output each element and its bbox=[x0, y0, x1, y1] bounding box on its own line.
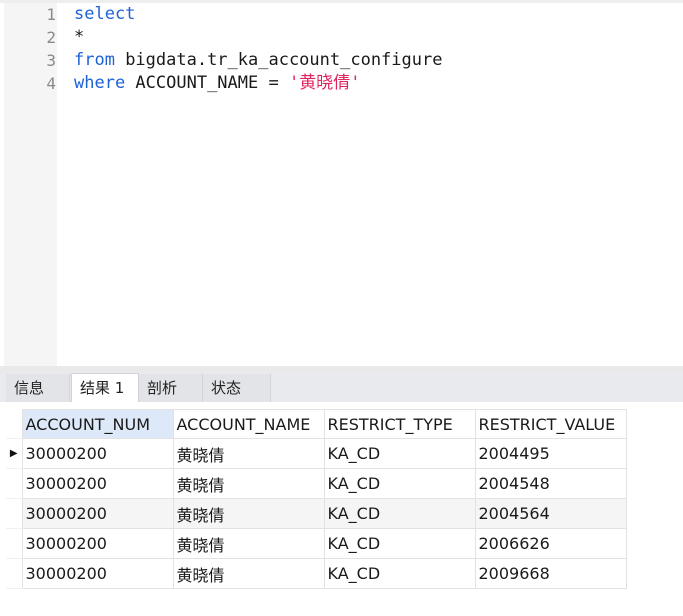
result-grid[interactable]: ACCOUNT_NUM ACCOUNT_NAME RESTRICT_TYPE R… bbox=[6, 409, 627, 589]
row-indicator bbox=[6, 468, 23, 499]
sql-string: '黄晓倩' bbox=[288, 73, 361, 93]
result-tab-bar: 信息 结果 1 剖析 状态 bbox=[0, 372, 683, 403]
code-text[interactable]: where ACCOUNT_NAME = '黄晓倩' bbox=[74, 72, 360, 95]
cell-restrict-type[interactable]: KA_CD bbox=[323, 498, 476, 529]
cell-account-name[interactable]: 黄晓倩 bbox=[172, 438, 325, 469]
column-header-account-name[interactable]: ACCOUNT_NAME bbox=[172, 409, 325, 439]
header-row: ACCOUNT_NUM ACCOUNT_NAME RESTRICT_TYPE R… bbox=[6, 409, 627, 439]
cell-restrict-value[interactable]: 2009668 bbox=[474, 558, 627, 589]
cell-restrict-type[interactable]: KA_CD bbox=[323, 468, 476, 499]
tab-content-top bbox=[0, 402, 683, 409]
tab-result-1[interactable]: 结果 1 bbox=[71, 373, 139, 403]
row-indicator bbox=[6, 528, 23, 559]
code-line-2[interactable]: 2 * bbox=[0, 26, 683, 49]
cell-account-num[interactable]: 30000200 bbox=[21, 528, 174, 559]
cell-account-name[interactable]: 黄晓倩 bbox=[172, 468, 325, 499]
tab-info[interactable]: 信息 bbox=[6, 374, 70, 402]
line-number: 4 bbox=[46, 74, 56, 93]
cell-account-name[interactable]: 黄晓倩 bbox=[172, 528, 325, 559]
line-number: 3 bbox=[46, 51, 56, 70]
sql-text: bigdata.tr_ka_account_configure bbox=[114, 50, 443, 70]
cell-account-name[interactable]: 黄晓倩 bbox=[172, 498, 325, 529]
code-text[interactable]: * bbox=[74, 26, 84, 49]
cell-restrict-type[interactable]: KA_CD bbox=[323, 528, 476, 559]
current-row-arrow-icon: ▶ bbox=[6, 438, 23, 469]
sql-keyword: where bbox=[74, 73, 126, 93]
sql-editor[interactable]: 1 select 2 * 3 from bigdata.tr_ka_accoun… bbox=[0, 0, 683, 366]
table-row[interactable]: ▶ 30000200 黄晓倩 KA_CD 2004495 bbox=[6, 438, 627, 469]
column-header-account-num[interactable]: ACCOUNT_NUM bbox=[21, 409, 174, 439]
line-number: 1 bbox=[46, 5, 56, 24]
row-indicator bbox=[6, 498, 23, 529]
cell-restrict-value[interactable]: 2006626 bbox=[474, 528, 627, 559]
cell-restrict-value[interactable]: 2004564 bbox=[474, 498, 627, 529]
code-line-4[interactable]: 4 where ACCOUNT_NAME = '黄晓倩' bbox=[0, 72, 683, 95]
sql-keyword: select bbox=[74, 4, 136, 24]
cell-account-num[interactable]: 30000200 bbox=[21, 498, 174, 529]
result-table: ACCOUNT_NUM ACCOUNT_NAME RESTRICT_TYPE R… bbox=[6, 409, 627, 589]
code-text[interactable]: from bigdata.tr_ka_account_configure bbox=[74, 49, 442, 72]
sql-text: * bbox=[74, 27, 85, 47]
code-line-1[interactable]: 1 select bbox=[0, 3, 683, 26]
sql-keyword: from bbox=[74, 50, 115, 70]
line-number: 2 bbox=[46, 28, 56, 47]
column-header-restrict-type[interactable]: RESTRICT_TYPE bbox=[323, 409, 476, 439]
code-line-3[interactable]: 3 from bigdata.tr_ka_account_configure bbox=[0, 49, 683, 72]
cell-account-num[interactable]: 30000200 bbox=[21, 438, 174, 469]
table-row[interactable]: 30000200 黄晓倩 KA_CD 2009668 bbox=[6, 558, 627, 589]
cell-restrict-value[interactable]: 2004548 bbox=[474, 468, 627, 499]
table-row[interactable]: 30000200 黄晓倩 KA_CD 2006626 bbox=[6, 528, 627, 559]
row-indicator bbox=[6, 558, 23, 589]
tab-profile[interactable]: 剖析 bbox=[139, 374, 203, 402]
cell-account-num[interactable]: 30000200 bbox=[21, 558, 174, 589]
table-row[interactable]: 30000200 黄晓倩 KA_CD 2004564 bbox=[6, 498, 627, 529]
sql-text: ACCOUNT_NAME = bbox=[125, 73, 289, 93]
row-indicator-header bbox=[6, 409, 23, 439]
table-row[interactable]: 30000200 黄晓倩 KA_CD 2004548 bbox=[6, 468, 627, 499]
code-text[interactable]: select bbox=[74, 3, 135, 26]
cell-restrict-type[interactable]: KA_CD bbox=[323, 438, 476, 469]
cell-restrict-value[interactable]: 2004495 bbox=[474, 438, 627, 469]
cell-account-num[interactable]: 30000200 bbox=[21, 468, 174, 499]
tab-status[interactable]: 状态 bbox=[203, 374, 271, 402]
cell-account-name[interactable]: 黄晓倩 bbox=[172, 558, 325, 589]
cell-restrict-type[interactable]: KA_CD bbox=[323, 558, 476, 589]
column-header-restrict-value[interactable]: RESTRICT_VALUE bbox=[474, 409, 627, 439]
